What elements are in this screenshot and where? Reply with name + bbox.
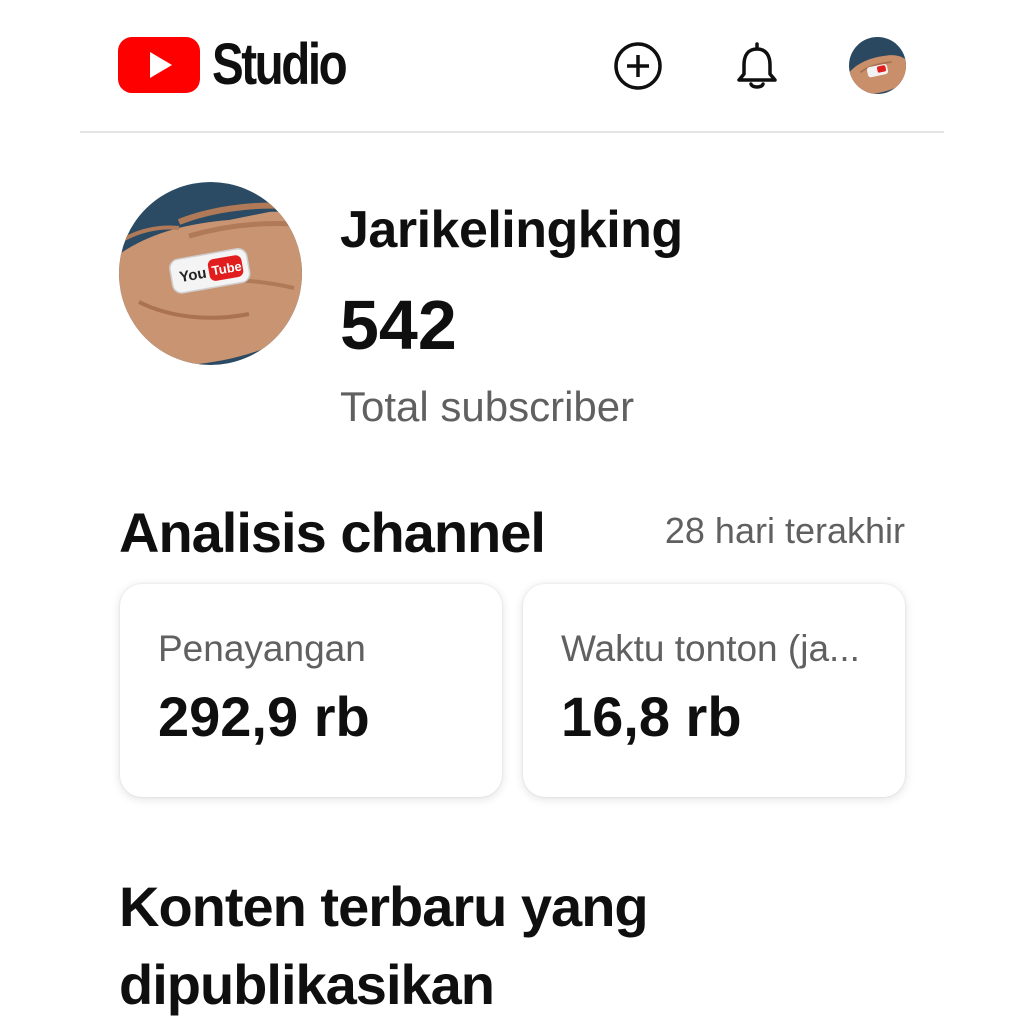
watch-time-card[interactable]: Waktu tonton (ja... 16,8 rb (523, 584, 905, 797)
views-label: Penayangan (158, 628, 366, 669)
watch-time-label: Waktu tonton (ja... (561, 628, 860, 669)
header-divider (80, 131, 944, 133)
channel-name[interactable]: Jarikelingking (340, 200, 683, 260)
bell-icon[interactable] (731, 40, 783, 92)
watch-time-value: 16,8 rb (561, 685, 742, 748)
analytics-period: 28 hari terakhir (664, 510, 905, 551)
recent-content-title: Konten terbaru yang dipublikasikan (119, 875, 649, 1016)
avatar[interactable] (849, 37, 906, 94)
youtube-logo-icon (118, 37, 200, 93)
subscriber-count: 542 (340, 286, 457, 364)
analytics-title: Analisis channel (119, 501, 546, 564)
subscriber-label: Total subscriber (340, 383, 635, 430)
views-value: 292,9 rb (158, 685, 370, 748)
views-card[interactable]: Penayangan 292,9 rb (120, 584, 502, 797)
app-name: Studio (212, 32, 348, 97)
youtube-studio-logo[interactable]: Studio (118, 36, 374, 94)
create-icon[interactable] (612, 40, 664, 92)
app-header: Studio (0, 0, 1024, 132)
channel-avatar[interactable]: You Tube (119, 182, 302, 365)
